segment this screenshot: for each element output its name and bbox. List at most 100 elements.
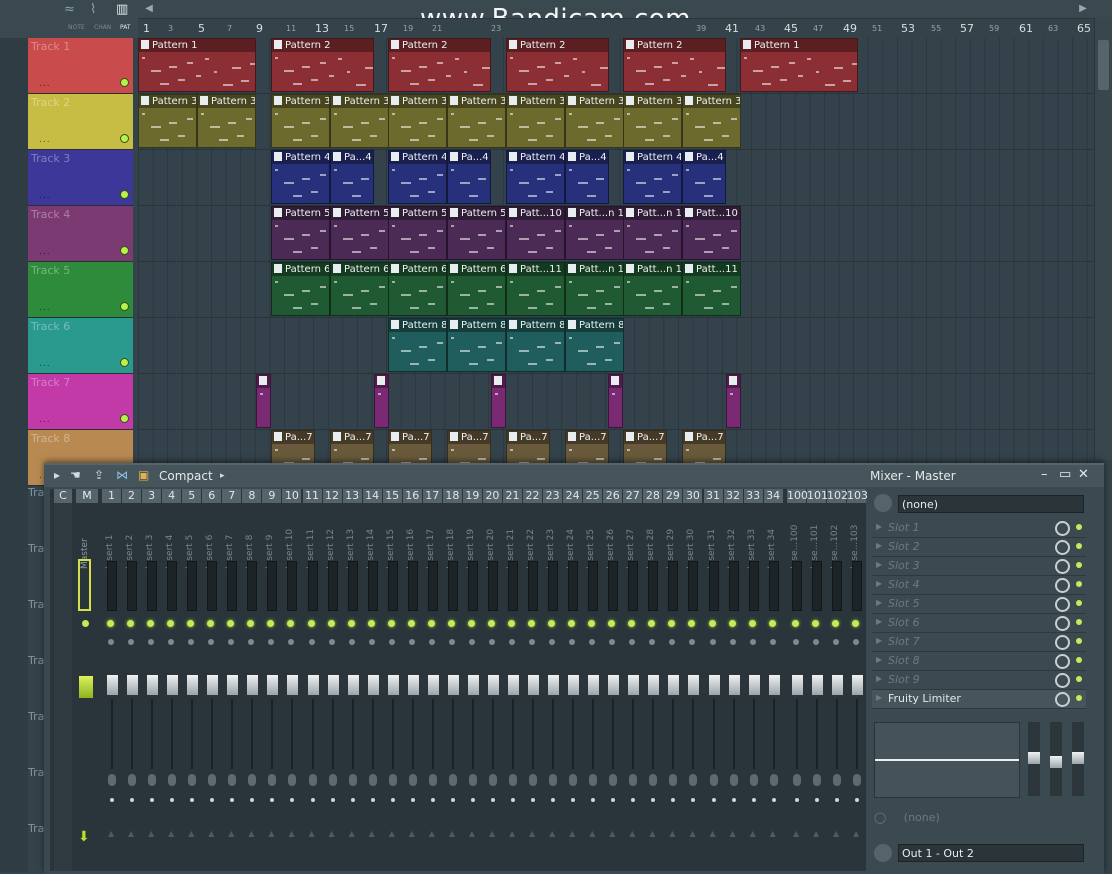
pattern-clip[interactable]: Patt...10 [506, 206, 565, 260]
insert-route-dot[interactable] [711, 798, 716, 802]
timeline-ruler[interactable]: 1 3 5 7 9 11 13 15 17 19 21 23 39 41 43 45 47 49 51 53 55 57 5… [138, 18, 1096, 39]
mixer-insert-strip[interactable]: 2 Insert 2 ▲ [122, 489, 142, 871]
insert-enable-led[interactable] [852, 620, 859, 627]
insert-pan-knob[interactable] [669, 639, 676, 645]
track-lane[interactable] [138, 374, 1094, 430]
pattern-clip[interactable]: Patt...n 11 [623, 262, 682, 316]
insert-pan-knob[interactable] [649, 639, 656, 645]
mixer-insert-strip[interactable]: 12 Insert 12 ▲ [322, 489, 342, 871]
mixer-insert-strip[interactable]: 1 Insert 1 ▲ [102, 489, 121, 871]
insert-volume-fader[interactable] [707, 674, 721, 696]
effect-slot[interactable]: ▶ Slot 2 [872, 538, 1086, 557]
insert-stereo-knob[interactable] [549, 774, 558, 786]
insert-enable-led[interactable] [127, 620, 135, 627]
insert-stereo-knob[interactable] [529, 774, 538, 786]
mixer-insert-strip[interactable]: 4 Insert 4 ▲ [162, 489, 182, 871]
insert-pan-knob[interactable] [108, 639, 114, 645]
insert-enable-led[interactable] [207, 620, 215, 627]
insert-route-arrow-icon[interactable]: ▲ [609, 829, 615, 838]
track-mute-led[interactable] [120, 78, 129, 87]
insert-pan-knob[interactable] [833, 639, 839, 645]
mixer-insert-strip[interactable]: 11 Insert 11 ▲ [302, 489, 322, 871]
master-led[interactable] [82, 620, 89, 627]
insert-route-arrow-icon[interactable]: ▲ [689, 829, 695, 838]
insert-route-dot[interactable] [691, 798, 696, 802]
insert-route-arrow-icon[interactable]: ▲ [489, 829, 495, 838]
insert-stereo-knob[interactable] [729, 774, 738, 786]
insert-route-arrow-icon[interactable]: ▲ [569, 829, 575, 838]
insert-enable-led[interactable] [107, 620, 114, 627]
insert-route-dot[interactable] [855, 798, 859, 802]
pattern-clip[interactable]: Pattern 6 [388, 262, 447, 316]
mixer-insert-strip[interactable]: 7 Insert 7 ▲ [222, 489, 242, 871]
pattern-clip[interactable]: Pattern 3 [138, 94, 197, 148]
mixer-insert-strip[interactable]: 26 Insert 26 ▲ [603, 489, 623, 871]
insert-volume-fader[interactable] [326, 674, 340, 696]
insert-pan-knob[interactable] [769, 639, 776, 645]
track-header[interactable]: Track 6... [28, 318, 133, 374]
insert-stereo-knob[interactable] [833, 774, 841, 786]
insert-enable-led[interactable] [467, 620, 475, 627]
insert-volume-fader[interactable] [406, 674, 420, 696]
insert-stereo-knob[interactable] [569, 774, 578, 786]
insert-pan-knob[interactable] [288, 639, 295, 645]
insert-stereo-knob[interactable] [629, 774, 638, 786]
mixer-insert-strip[interactable]: 32 Insert 32 ▲ [723, 489, 743, 871]
insert-pan-knob[interactable] [308, 639, 315, 645]
pattern-clip[interactable]: Pattern 5 [271, 206, 330, 260]
insert-pan-knob[interactable] [188, 639, 195, 645]
insert-route-arrow-icon[interactable]: ▲ [833, 829, 839, 838]
insert-route-dot[interactable] [370, 798, 375, 802]
pattern-clip[interactable]: Pattern 4 [506, 150, 565, 204]
insert-stereo-knob[interactable] [689, 774, 698, 786]
pattern-clip[interactable]: Pattern 2 [271, 38, 374, 92]
pattern-clip[interactable]: Pattern 3 [565, 94, 624, 148]
slot-mix-knob[interactable] [1055, 559, 1070, 574]
track-header[interactable]: Track 4... [28, 206, 133, 262]
insert-route-dot[interactable] [130, 798, 135, 802]
slot-expand-icon[interactable]: ▶ [876, 693, 882, 702]
insert-pan-knob[interactable] [589, 639, 596, 645]
insert-enable-led[interactable] [327, 620, 335, 627]
pattern-clip[interactable]: Pattern 2 [388, 38, 491, 92]
insert-route-arrow-icon[interactable]: ▲ [369, 829, 375, 838]
track-menu-icon[interactable]: ... [39, 191, 51, 201]
pattern-clip[interactable]: Pa...4 [330, 150, 374, 204]
slot-expand-icon[interactable]: ▶ [876, 674, 882, 683]
insert-volume-fader[interactable] [851, 674, 864, 696]
insert-stereo-knob[interactable] [268, 774, 277, 786]
insert-route-arrow-icon[interactable]: ▲ [649, 829, 655, 838]
insert-route-arrow-icon[interactable]: ▲ [629, 829, 635, 838]
insert-stereo-knob[interactable] [749, 774, 758, 786]
insert-stereo-knob[interactable] [468, 774, 477, 786]
input-select[interactable]: ◯ (none) [874, 811, 940, 824]
pattern-clip[interactable]: Pattern 3 [506, 94, 565, 148]
current-strip[interactable]: C [54, 489, 72, 871]
insert-route-arrow-icon[interactable]: ▲ [168, 829, 174, 838]
effect-slot[interactable]: ▶ Slot 8 [872, 652, 1086, 671]
eq-display[interactable] [874, 722, 1020, 798]
insert-pan-knob[interactable] [148, 639, 155, 645]
insert-enable-led[interactable] [792, 620, 799, 627]
compact-view-icon[interactable]: ▣ [138, 468, 149, 482]
mixer-insert-strip[interactable]: 33 Insert 33 ▲ [743, 489, 763, 871]
slot-expand-icon[interactable]: ▶ [876, 617, 882, 626]
insert-stereo-knob[interactable] [509, 774, 517, 786]
insert-stereo-knob[interactable] [188, 774, 197, 786]
insert-route-arrow-icon[interactable]: ▲ [188, 829, 194, 838]
mixer-insert-strip[interactable]: 5 Insert 5 ▲ [182, 489, 202, 871]
mixer-insert-strip[interactable]: 13 Insert 13 ▲ [342, 489, 362, 871]
track-menu-icon[interactable]: ... [39, 135, 51, 145]
track-mute-led[interactable] [120, 414, 129, 423]
insert-stereo-knob[interactable] [228, 774, 237, 786]
insert-pan-knob[interactable] [793, 639, 799, 645]
insert-route-dot[interactable] [490, 798, 495, 802]
insert-volume-fader[interactable] [126, 674, 140, 696]
pattern-clip[interactable]: Pattern 1 [138, 38, 256, 92]
insert-stereo-knob[interactable] [793, 774, 801, 786]
insert-volume-fader[interactable] [791, 674, 804, 696]
insert-stereo-knob[interactable] [388, 774, 397, 786]
pattern-clip[interactable]: Pattern 3 [388, 94, 447, 148]
insert-volume-fader[interactable] [346, 674, 360, 696]
pattern-clip[interactable]: Pattern 5 [388, 206, 447, 260]
